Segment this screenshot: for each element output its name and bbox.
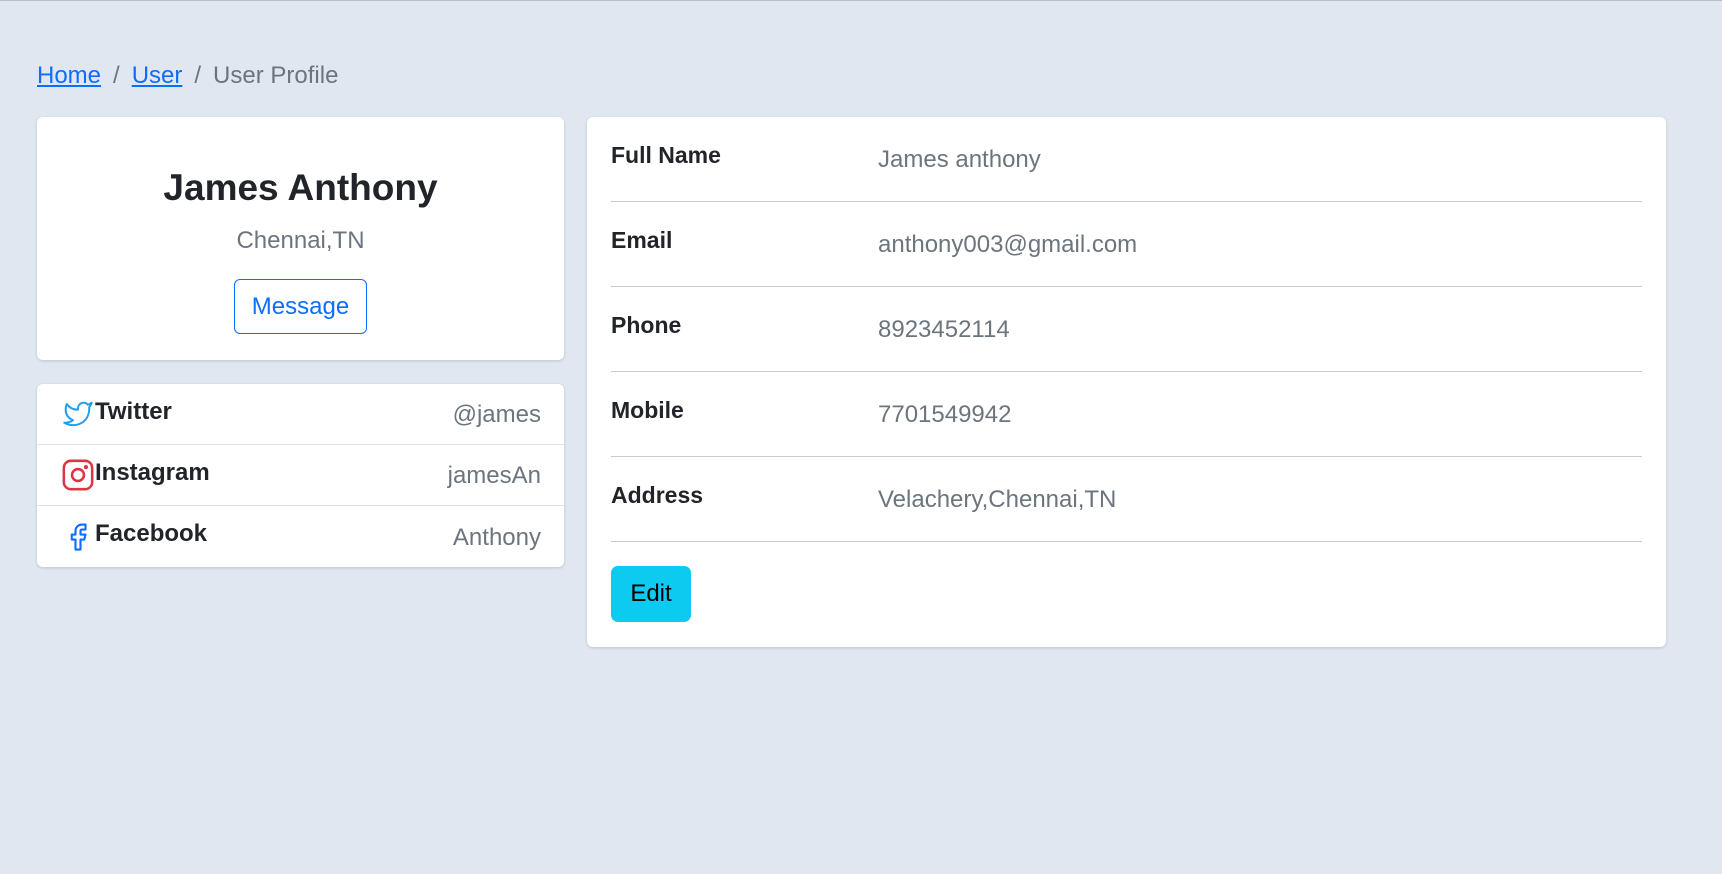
detail-row-phone: Phone 8923452114 <box>611 287 1642 372</box>
detail-row-mobile: Mobile 7701549942 <box>611 372 1642 457</box>
detail-value: 8923452114 <box>878 316 1010 343</box>
breadcrumb-user-link[interactable]: User <box>132 62 183 90</box>
social-name: Instagram <box>95 458 210 486</box>
breadcrumb: Home / User / User Profile <box>37 62 338 90</box>
detail-label: Mobile <box>611 397 684 423</box>
detail-row-address: Address Velachery,Chennai,TN <box>611 457 1642 542</box>
message-button[interactable]: Message <box>234 279 367 334</box>
details-card: Full Name James anthony Email anthony003… <box>587 117 1666 647</box>
detail-label: Phone <box>611 312 682 338</box>
social-links-card: Twitter @james Instagram jamesAn Faceboo… <box>37 384 564 567</box>
breadcrumb-separator: / <box>194 62 202 89</box>
twitter-icon <box>61 397 95 431</box>
social-item-instagram[interactable]: Instagram jamesAn <box>37 445 564 506</box>
instagram-icon <box>61 458 95 492</box>
social-name: Facebook <box>95 520 208 547</box>
detail-value: James anthony <box>878 146 1041 173</box>
social-handle: @james <box>452 401 541 428</box>
social-item-twitter[interactable]: Twitter @james <box>37 384 564 445</box>
profile-card: James Anthony Chennai,TN Message <box>37 117 564 360</box>
breadcrumb-home-link[interactable]: Home <box>37 62 101 90</box>
detail-label: Full Name <box>611 142 721 168</box>
detail-label: Address <box>611 482 704 508</box>
edit-button[interactable]: Edit <box>611 566 691 622</box>
detail-value: 7701549942 <box>878 401 1012 428</box>
detail-label: Email <box>611 227 673 253</box>
breadcrumb-separator: / <box>113 62 120 89</box>
detail-row-full-name: Full Name James anthony <box>611 117 1642 202</box>
profile-name: James Anthony <box>163 167 438 208</box>
detail-value: anthony003@gmail.com <box>878 231 1138 258</box>
facebook-icon <box>61 520 95 554</box>
detail-value: Velachery,Chennai,TN <box>878 486 1117 513</box>
social-item-facebook[interactable]: Facebook Anthony <box>37 506 564 567</box>
breadcrumb-current: User Profile <box>213 62 339 89</box>
profile-location: Chennai,TN <box>236 227 365 254</box>
social-handle: jamesAn <box>447 462 541 489</box>
detail-row-email: Email anthony003@gmail.com <box>611 202 1642 287</box>
social-handle: Anthony <box>452 523 541 551</box>
social-name: Twitter <box>95 397 172 425</box>
